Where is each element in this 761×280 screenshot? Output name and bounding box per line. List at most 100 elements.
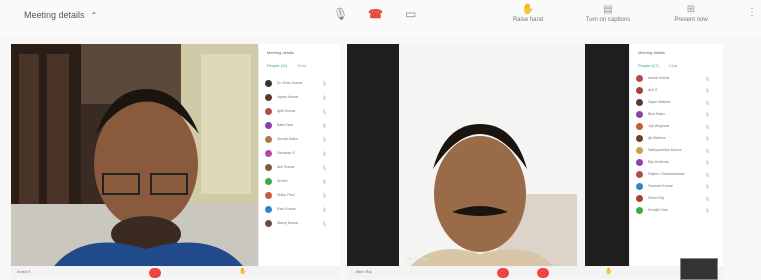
meeting-details-toggle[interactable]: Meeting details ⌃ (24, 10, 97, 20)
participant-name: Joji Varghese (648, 124, 670, 128)
participant-name: Shibu Paul (277, 193, 295, 197)
end-call-button[interactable] (497, 268, 509, 278)
participant-name: Anil S (648, 88, 658, 92)
end-call-button[interactable] (537, 268, 549, 278)
mic-icon: 🎙 (704, 183, 710, 189)
mic-icon: 🎙 (704, 159, 710, 165)
avatar (265, 205, 272, 213)
participant-row[interactable]: Rajeev Chandrasekhar 🎙 (630, 168, 723, 180)
right-bottom-name: Jithin Raj (355, 269, 372, 274)
mic-icon: 🎙 (704, 171, 710, 177)
mic-icon: 🎙 (321, 122, 327, 128)
participant-name: Sandeep S (277, 151, 295, 155)
participant-row[interactable]: Suresh Babu 🎙 (259, 132, 340, 146)
participant-row[interactable]: Ravi Kumar 🎙 (259, 202, 340, 216)
mic-icon[interactable]: 🎙 (333, 7, 348, 21)
mic-icon: 🎙 (704, 195, 710, 201)
left-bottom-bar: Anish K ✋ (11, 266, 340, 278)
hand-icon[interactable]: ✋ (605, 268, 612, 275)
participant-row[interactable]: Anil Kumar 🎙 (259, 160, 340, 174)
participant-name: Shine Raj (648, 196, 664, 200)
mic-icon: 🎙 (704, 99, 710, 105)
participant-row[interactable]: Anil S 🎙 (630, 84, 723, 96)
mic-icon: 🎙 (704, 123, 710, 129)
top-toolbar: Meeting details ⌃ 🎙 ☎ ▭ ✋ Raise hand ▤ Turn… (0, 0, 761, 34)
turn-on-captions-button[interactable]: ▤ Turn on captions (575, 4, 641, 23)
more-options-icon[interactable]: ⋮ (747, 7, 757, 18)
participant-name: Sajan Mathew (648, 100, 671, 104)
participant-row[interactable]: Ashok Kumar 🎙 (630, 72, 723, 84)
participant-name: Jayan Kumar (277, 95, 299, 99)
avatar (265, 149, 272, 157)
avatar (636, 182, 643, 190)
avatar (636, 158, 643, 166)
mic-icon: 🎙 (704, 87, 710, 93)
raise-hand-label: Raise hand (512, 17, 544, 23)
right-tab-people[interactable]: People (17) (638, 63, 659, 68)
raise-hand-button[interactable]: ✋ Raise hand (508, 4, 548, 23)
left-tab-people[interactable]: People (11) (267, 63, 287, 68)
participant-name: Ashok Kumar (648, 76, 670, 80)
mic-icon: 🎙 (704, 207, 710, 213)
participant-row[interactable]: Binu Babu 🎙 (630, 108, 723, 120)
avatar (265, 177, 272, 185)
participant-row[interactable]: Manoj Kumar 🎙 (259, 216, 340, 230)
avatar (265, 93, 272, 101)
right-bottom-bar: Jithin Raj ✋ (347, 266, 723, 278)
chevron-up-icon: ⌃ (90, 11, 98, 20)
participant-name: Anil Kumar (277, 165, 295, 169)
participant-row[interactable]: Santosh Kumar 🎙 (630, 180, 723, 192)
participant-row[interactable]: Aji Mathew 🎙 (630, 132, 723, 144)
participant-row[interactable]: Sathyaseelan Menon 🎙 (630, 144, 723, 156)
avatar (265, 121, 272, 129)
mic-icon: 🎙 (321, 220, 327, 226)
avatar (636, 98, 643, 106)
participant-row[interactable]: Sajan Mathew 🎙 (630, 96, 723, 108)
hand-icon[interactable]: ✋ (239, 268, 246, 275)
avatar (636, 74, 643, 82)
participant-row[interactable]: Joji Varghese 🎙 (630, 120, 723, 132)
right-video-feed: Rahul Kumar (347, 44, 629, 270)
right-people-sidebar: Meeting details People (17) Chat Ashok K… (629, 44, 723, 270)
end-call-icon[interactable]: ☎ (368, 7, 383, 21)
right-tab-chat[interactable]: Chat (669, 63, 677, 68)
participant-row[interactable]: Sreeni 🎙 (259, 174, 340, 188)
captions-label: Turn on captions (585, 17, 631, 23)
participant-name: Dr. Kiran Kumar (277, 81, 303, 85)
right-people-title: Meeting details (638, 50, 665, 55)
right-screen-panel: Rahul Kumar Meeting details People (17) … (347, 44, 723, 270)
participant-name: Biju Krishnan (648, 160, 670, 164)
end-call-button[interactable] (149, 268, 161, 278)
avatar (636, 170, 643, 178)
present-now-button[interactable]: ⊞ Present now (666, 4, 716, 23)
participant-row[interactable]: Shibu Paul 🎙 (259, 188, 340, 202)
mic-icon: 🎙 (321, 164, 327, 170)
mic-icon: 🎙 (321, 206, 327, 212)
avatar (636, 134, 643, 142)
participant-row[interactable]: Sandeep S 🎙 (259, 146, 340, 160)
participant-name: Ajith Kumar (277, 109, 296, 113)
present-now-label: Present now (674, 17, 708, 23)
participant-name: Ravi Kumar (277, 207, 296, 211)
participant-row[interactable]: Sreejith Nair 🎙 (630, 204, 723, 216)
left-people-title: Meeting details (267, 50, 294, 55)
participant-row[interactable]: Dr. Kiran Kumar 🎙 (259, 76, 340, 90)
participant-row[interactable]: Jayan Kumar 🎙 (259, 90, 340, 104)
self-view-thumbnail[interactable] (680, 258, 718, 280)
participant-row[interactable]: Biju Krishnan 🎙 (630, 156, 723, 168)
left-people-sidebar: Meeting details People (11) Chat Dr. Kir… (258, 44, 340, 270)
left-tab-chat[interactable]: Chat (297, 63, 305, 68)
participant-name: Suresh Babu (277, 137, 298, 141)
camera-icon[interactable]: ▭ (405, 7, 416, 21)
mic-icon: 🎙 (321, 150, 327, 156)
mic-icon: 🎙 (321, 94, 327, 100)
video-name-label: Rahul Kumar (405, 256, 429, 261)
left-screen-panel: Meeting details People (11) Chat Dr. Kir… (11, 44, 340, 270)
participant-name: Babu Nair (277, 123, 293, 127)
participant-row[interactable]: Babu Nair 🎙 (259, 118, 340, 132)
avatar (636, 194, 643, 202)
participant-row[interactable]: Ajith Kumar 🎙 (259, 104, 340, 118)
mic-icon: 🎙 (704, 75, 710, 81)
avatar (636, 206, 643, 214)
participant-row[interactable]: Shine Raj 🎙 (630, 192, 723, 204)
